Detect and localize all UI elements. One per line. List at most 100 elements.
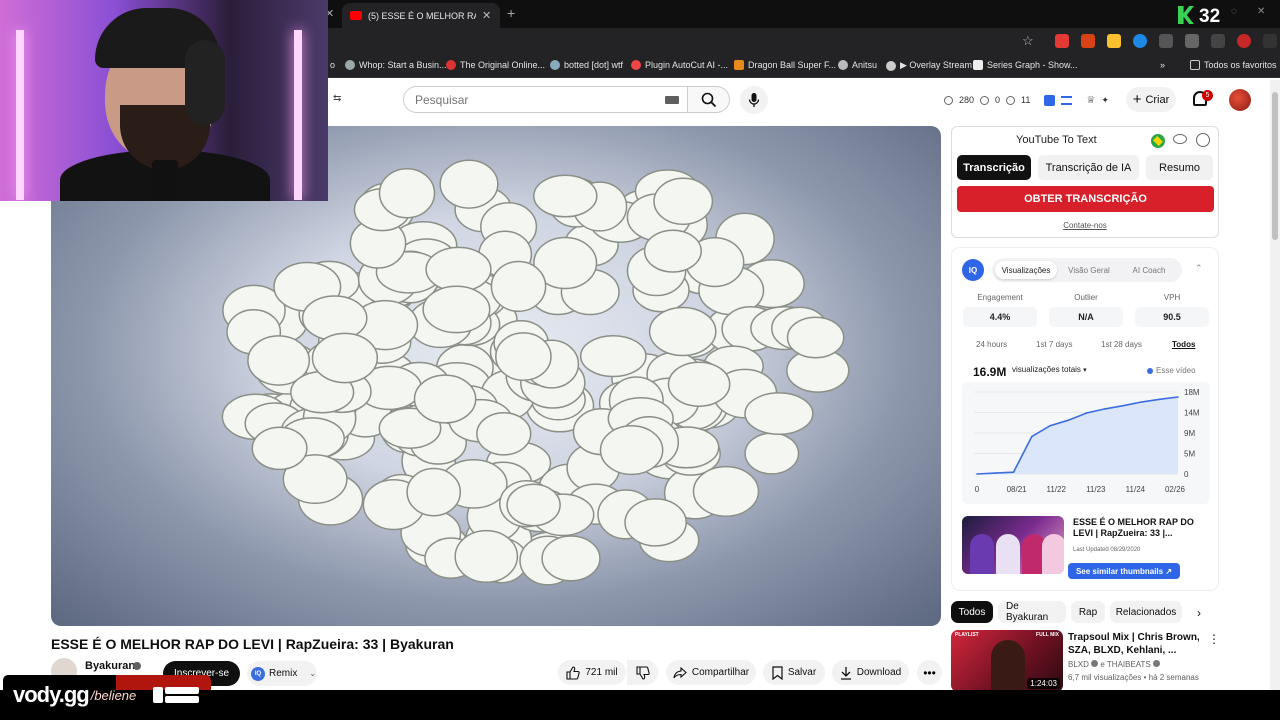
series-point <box>1140 401 1143 403</box>
brazil-flag-icon[interactable] <box>1151 134 1165 148</box>
chip-relacionados[interactable]: Relacionados <box>1110 601 1182 623</box>
keyboard-icon[interactable] <box>665 96 679 104</box>
bookmark-item[interactable]: Plugin AutoCut AI -... <box>631 60 728 70</box>
playlist-badge: PLAYLIST <box>955 632 979 638</box>
menu-icon[interactable] <box>1263 34 1277 48</box>
bookmark-item[interactable]: Series Graph - Show... <box>973 60 1078 70</box>
get-transcript-button[interactable]: OBTER TRANSCRIÇÃO <box>957 186 1214 212</box>
window-close-icon[interactable]: ✕ <box>1257 6 1265 17</box>
eye-icon <box>1006 95 1016 105</box>
favorites-folder[interactable]: Todos os favoritos <box>1190 60 1277 70</box>
tab-ai-coach[interactable]: AI Coach <box>1120 261 1178 279</box>
headphones <box>185 40 225 125</box>
light-strip <box>16 30 24 200</box>
puzzle-icon[interactable] <box>1185 34 1199 48</box>
profile-icon[interactable] <box>1237 34 1251 48</box>
collapse-chevron-icon[interactable]: ⌃ <box>1195 263 1203 274</box>
chip-de-byakuran[interactable]: De Byakuran <box>998 601 1066 623</box>
tab-visualizacoes[interactable]: Visualizações <box>995 261 1057 279</box>
series-point <box>1104 408 1106 410</box>
channel-name[interactable]: Byakuran <box>85 660 135 672</box>
recommendation-title[interactable]: Trapsoul Mix | Chris Brown, SZA, BLXD, K… <box>1068 631 1208 657</box>
tab-visao-geral[interactable]: Visão Geral <box>1060 261 1118 279</box>
reading-list-icon[interactable] <box>1211 34 1225 48</box>
chevron-right-icon[interactable]: › <box>1197 606 1201 620</box>
save-button[interactable]: Salvar <box>763 660 825 685</box>
bookmark-item[interactable]: o <box>330 60 335 70</box>
bookmark-item[interactable]: Anitsu <box>838 60 877 70</box>
video-thumbnail[interactable] <box>962 516 1064 574</box>
egg-shape <box>744 392 814 436</box>
tune-icon[interactable]: ⇆ <box>333 93 341 104</box>
share-button[interactable]: Compartilhar <box>666 660 756 685</box>
create-button[interactable]: + Criar <box>1126 87 1176 112</box>
extension-icon[interactable] <box>1133 34 1147 48</box>
new-tab-icon[interactable]: + <box>507 5 515 21</box>
series-point <box>1012 471 1015 473</box>
chevron-down-icon[interactable]: ⌄ <box>309 669 316 678</box>
eye-icon[interactable] <box>1173 134 1187 144</box>
voice-search-button[interactable] <box>740 86 768 114</box>
user-avatar[interactable] <box>1229 89 1251 111</box>
extension-icon[interactable] <box>1081 34 1095 48</box>
scroll-thumb[interactable] <box>1272 92 1278 240</box>
minimize-icon[interactable]: ◌ <box>1231 6 1237 17</box>
period-7d[interactable]: 1st 7 days <box>1036 340 1072 349</box>
chevron-down-icon: ▾ <box>1083 367 1087 374</box>
bookmark-item[interactable]: Dragon Ball Super F... <box>734 60 836 70</box>
x-tick-label: 0 <box>975 485 980 494</box>
remix-button[interactable]: IQ Remix ⌄ <box>247 661 317 686</box>
list-icon[interactable] <box>1061 95 1073 105</box>
chip-todos[interactable]: Todos <box>951 601 993 623</box>
bookmarks-overflow[interactable]: » <box>1160 60 1165 70</box>
chip-rap[interactable]: Rap <box>1071 601 1105 623</box>
tab-resumo[interactable]: Resumo <box>1146 155 1213 180</box>
like-button[interactable]: 721 mil <box>558 660 626 685</box>
egg-shape <box>692 465 760 517</box>
user-icon[interactable] <box>1196 133 1210 147</box>
page-scrollbar[interactable] <box>1270 80 1280 690</box>
extension-icon[interactable] <box>1055 34 1069 48</box>
recommendation-channel[interactable]: BLXD e THAIBEATS <box>1068 660 1160 669</box>
active-tab[interactable]: (5) ESSE É O MELHOR RAP DO ✕ <box>342 3 500 28</box>
metric-value: N/A <box>1049 307 1123 327</box>
more-actions-button[interactable]: ••• <box>917 660 942 685</box>
dislike-button[interactable] <box>627 660 658 685</box>
tab-close-icon[interactable]: ✕ <box>482 9 491 22</box>
egg-shape <box>476 411 532 456</box>
views-type-select[interactable]: visualizações totais ▾ <box>1012 365 1098 379</box>
tab-transcricao[interactable]: Transcrição <box>957 155 1031 180</box>
period-todos[interactable]: Todos <box>1172 340 1195 349</box>
period-24h[interactable]: 24 hours <box>976 340 1007 349</box>
bookmark-item[interactable]: botted [dot] wtf <box>550 60 623 70</box>
extension-icon[interactable] <box>1159 34 1173 48</box>
see-similar-thumbnails-button[interactable]: See similar thumbnails ↗ <box>1068 563 1180 579</box>
metric-value: 4.4% <box>963 307 1037 327</box>
trophy-icon[interactable]: ♕ <box>1086 95 1095 106</box>
bookmark-item[interactable]: ▶ Overlay Stream <box>886 60 972 71</box>
download-button[interactable]: Download <box>832 660 909 685</box>
tab-transcricao-ia[interactable]: Transcrição de IA <box>1038 155 1139 180</box>
more-vertical-icon[interactable]: ⋮ <box>1208 632 1220 646</box>
bookmark-star-icon[interactable]: ☆ <box>1022 33 1034 49</box>
site-icon <box>973 60 983 70</box>
bookmark-item[interactable]: The Original Online... <box>446 60 545 70</box>
egg-shape <box>251 426 308 471</box>
bookmark-item[interactable]: Whop: Start a Busin... <box>345 60 447 70</box>
legend-label: Esse vídeo <box>1156 366 1196 375</box>
period-28d[interactable]: 1st 28 days <box>1101 340 1142 349</box>
webcam-overlay <box>0 0 328 201</box>
recommendation-thumbnail[interactable]: PLAYLIST FULL MIX 1:24:03 <box>951 630 1063 692</box>
extension-icon[interactable] <box>1107 34 1121 48</box>
search-input[interactable] <box>415 92 655 107</box>
recommendation-meta: 6,7 mil visualizações • há 2 semanas <box>1068 673 1199 682</box>
bookmark-icon <box>772 665 783 680</box>
vidiq-icon[interactable] <box>1044 94 1056 106</box>
video-player[interactable] <box>51 126 941 626</box>
vody-logo: vody.gg <box>13 682 90 707</box>
contact-link[interactable]: Contate-nos <box>952 221 1218 230</box>
search-box[interactable] <box>403 86 688 113</box>
verified-icon <box>1091 660 1099 667</box>
search-button[interactable] <box>688 86 730 113</box>
sparkle-icon[interactable]: ✦ <box>1101 95 1109 106</box>
